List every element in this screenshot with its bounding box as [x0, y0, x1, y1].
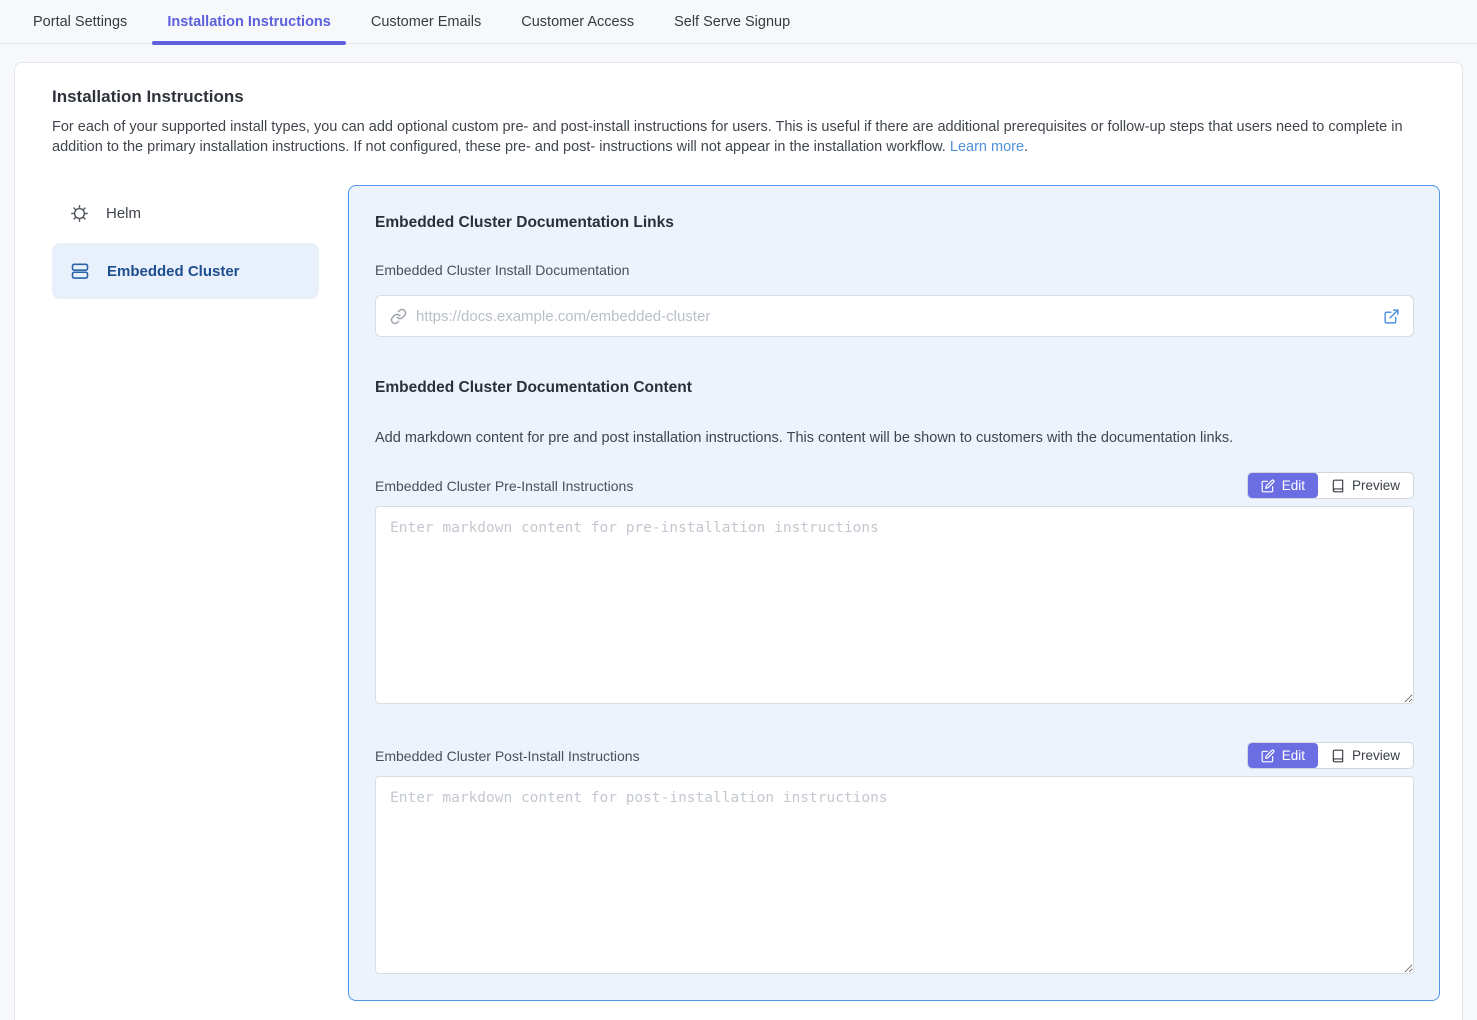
preview-button-label: Preview — [1352, 748, 1400, 763]
edit-pencil-icon — [1261, 749, 1275, 763]
edit-button-label: Edit — [1282, 478, 1305, 493]
docs-content-description: Add markdown content for pre and post in… — [375, 430, 1414, 446]
docs-links-section-title: Embedded Cluster Documentation Links — [375, 214, 1414, 232]
tab-customer-emails[interactable]: Customer Emails — [356, 0, 496, 43]
book-icon — [1331, 749, 1345, 763]
page-description: For each of your supported install types… — [52, 117, 1440, 157]
pre-install-label: Embedded Cluster Pre-Install Instruction… — [375, 478, 633, 494]
tab-customer-access[interactable]: Customer Access — [506, 0, 649, 43]
post-install-mode-toggle: Edit Preview — [1247, 742, 1414, 769]
install-docs-field-label: Embedded Cluster Install Documentation — [375, 262, 1414, 278]
sidebar-item-label: Helm — [106, 205, 141, 222]
link-icon — [390, 308, 407, 325]
tab-self-serve-signup[interactable]: Self Serve Signup — [659, 0, 805, 43]
install-docs-url-input[interactable] — [416, 308, 1374, 325]
tab-portal-settings[interactable]: Portal Settings — [18, 0, 142, 43]
page-description-period: . — [1024, 139, 1028, 155]
sidebar-item-embedded-cluster[interactable]: Embedded Cluster — [52, 243, 319, 299]
sidebar-item-helm[interactable]: Helm — [52, 185, 319, 241]
tab-bar: Portal Settings Installation Instruction… — [0, 0, 1477, 44]
server-stack-icon — [70, 261, 90, 281]
pre-install-markdown-textarea[interactable] — [375, 506, 1414, 704]
docs-content-section-title: Embedded Cluster Documentation Content — [375, 379, 1414, 397]
post-install-markdown-textarea[interactable] — [375, 776, 1414, 974]
post-install-edit-button[interactable]: Edit — [1248, 743, 1318, 768]
embedded-cluster-panel: Embedded Cluster Documentation Links Emb… — [348, 185, 1440, 1001]
learn-more-link[interactable]: Learn more — [950, 139, 1024, 155]
post-install-preview-button[interactable]: Preview — [1318, 743, 1413, 768]
main-card: Installation Instructions For each of yo… — [14, 62, 1463, 1020]
book-icon — [1331, 479, 1345, 493]
page-description-text: For each of your supported install types… — [52, 119, 1403, 155]
page-title: Installation Instructions — [52, 87, 1440, 107]
sidebar-item-label: Embedded Cluster — [107, 263, 240, 280]
edit-pencil-icon — [1261, 479, 1275, 493]
install-docs-url-field[interactable] — [375, 295, 1414, 337]
pre-install-preview-button[interactable]: Preview — [1318, 473, 1413, 498]
preview-button-label: Preview — [1352, 478, 1400, 493]
edit-button-label: Edit — [1282, 748, 1305, 763]
install-type-sidebar: Helm Embedded Cluster — [52, 185, 319, 1001]
pre-install-edit-button[interactable]: Edit — [1248, 473, 1318, 498]
external-link-icon[interactable] — [1383, 308, 1400, 325]
tab-installation-instructions[interactable]: Installation Instructions — [152, 0, 346, 43]
post-install-label: Embedded Cluster Post-Install Instructio… — [375, 748, 640, 764]
helm-icon — [70, 204, 89, 223]
pre-install-mode-toggle: Edit Preview — [1247, 472, 1414, 499]
